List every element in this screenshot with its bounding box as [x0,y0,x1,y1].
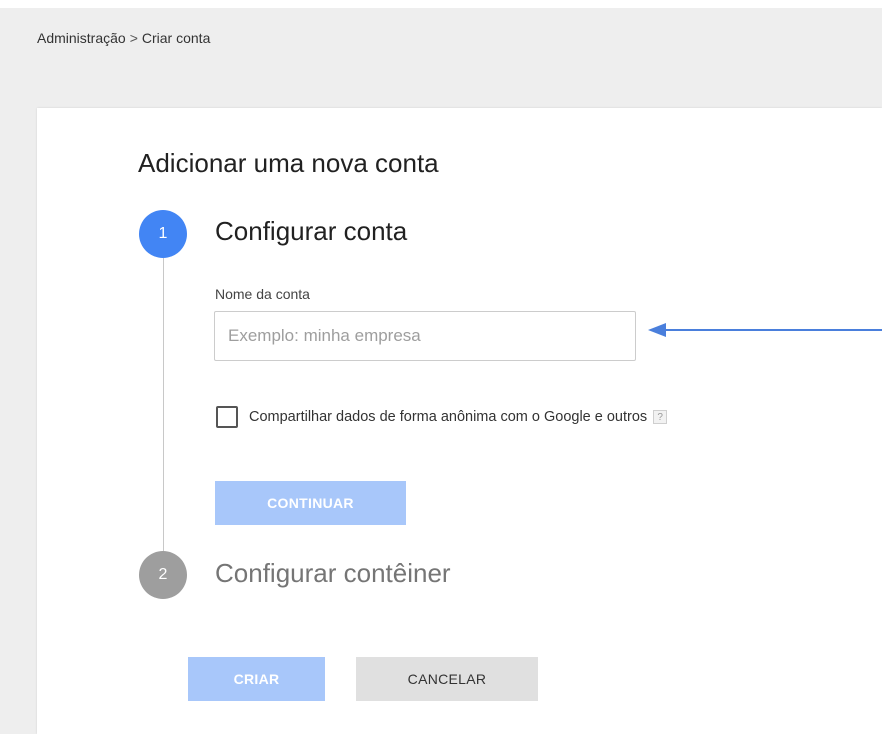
step-1-title: Configurar conta [215,216,408,246]
account-name-label: Nome da conta [215,286,310,302]
breadcrumb-item-criar-conta: Criar conta [141,30,211,46]
step-2-indicator: 2 [139,551,187,599]
account-name-input[interactable] [214,311,636,361]
arrow-left-icon [648,323,882,337]
step-1-indicator: 1 [139,210,187,258]
breadcrumb-item-administracao[interactable]: Administração [37,30,126,46]
continue-button[interactable]: CONTINUAR [215,481,406,525]
share-data-option: Compartilhar dados de forma anônima com … [216,406,668,428]
breadcrumb: Administração > Criar conta [37,30,210,46]
breadcrumb-separator: > [129,30,138,46]
top-band [0,0,882,8]
help-icon[interactable]: ? [653,410,668,424]
page-title: Adicionar uma nova conta [138,148,439,178]
step-2-title: Configurar contêiner [215,558,451,588]
stepper-connector-line [163,258,164,558]
share-data-checkbox[interactable] [216,406,238,428]
cancel-button[interactable]: CANCELAR [356,657,538,701]
create-button[interactable]: CRIAR [188,657,325,701]
share-data-label: Compartilhar dados de forma anônima com … [249,409,648,425]
